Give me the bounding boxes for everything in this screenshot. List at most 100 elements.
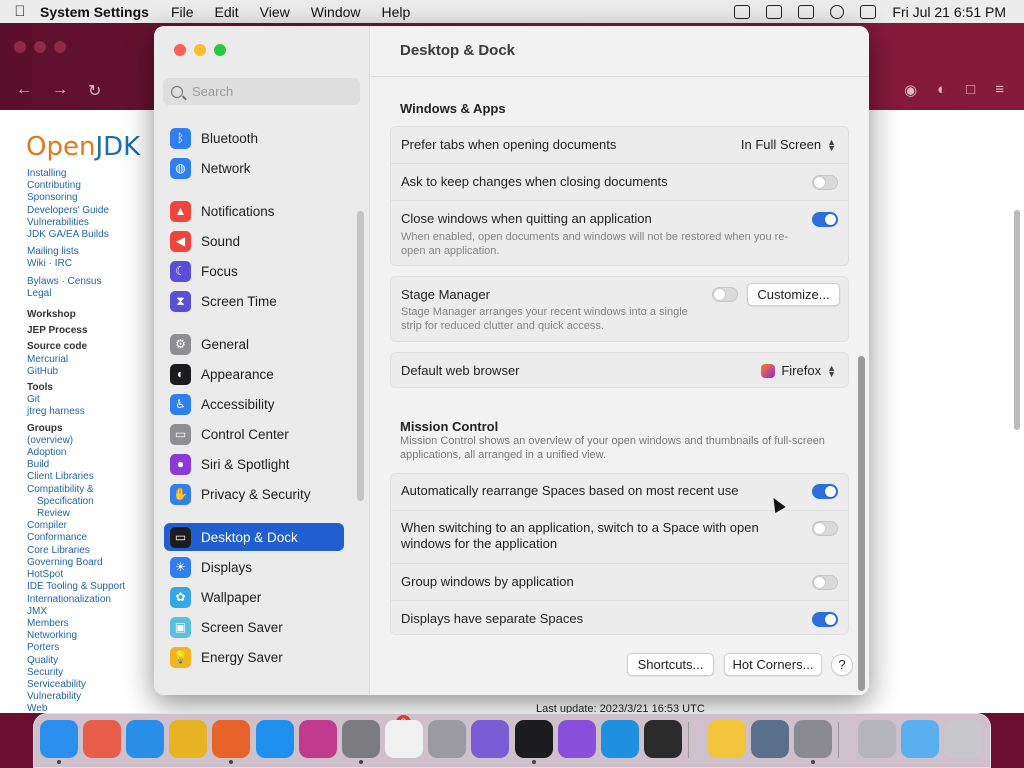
prefer-tabs-popup[interactable]: In Full Screen ▲ ▼ — [741, 137, 836, 152]
museum-dock-icon[interactable] — [644, 720, 682, 758]
nav-link[interactable]: Mailing lists — [27, 246, 152, 258]
stage-manager-toggle[interactable] — [712, 287, 738, 302]
ask-keep-toggle[interactable] — [812, 175, 838, 190]
nav-link[interactable]: Quality — [27, 655, 152, 667]
textedit-dock-icon[interactable] — [385, 720, 423, 758]
minimize-button[interactable] — [194, 44, 206, 56]
pinta-dock-icon[interactable] — [471, 720, 509, 758]
nav-link[interactable]: HotSpot — [27, 569, 152, 581]
nav-link[interactable]: Vulnerabilities — [27, 217, 152, 229]
sidebar-scrollbar[interactable] — [357, 211, 364, 501]
nav-link[interactable]: Serviceability — [27, 679, 152, 691]
menu-view[interactable]: View — [260, 4, 290, 20]
close-windows-toggle[interactable] — [812, 212, 838, 227]
folder-dock-icon[interactable] — [901, 720, 939, 758]
nav-link[interactable]: Governing Board — [27, 557, 152, 569]
nav-link[interactable]: Sponsoring — [27, 192, 152, 204]
group-windows-toggle[interactable] — [812, 575, 838, 590]
sidebar-item-privacy-security[interactable]: ✋ Privacy & Security — [164, 480, 344, 508]
account-icon[interactable]: ◐ — [937, 81, 946, 99]
terminal-dock-icon[interactable] — [515, 720, 553, 758]
apple-menu-icon[interactable]:  — [0, 3, 40, 20]
nav-link[interactable]: Vulnerability — [27, 691, 152, 703]
nav-link[interactable]: GitHub — [27, 366, 152, 378]
layers-icon[interactable] — [734, 4, 751, 19]
menu-help[interactable]: Help — [382, 4, 411, 20]
nav-link[interactable]: Compatibility & — [27, 484, 152, 496]
nav-link[interactable]: Compiler — [27, 520, 152, 532]
color-picker-dock-icon[interactable] — [708, 720, 746, 758]
sidebar-item-energy-saver[interactable]: 💡 Energy Saver — [164, 643, 344, 671]
hot-corners-button[interactable]: Hot Corners... — [724, 653, 822, 676]
sidebar-item-focus[interactable]: ☾ Focus — [164, 257, 344, 285]
finder-dock-icon[interactable] — [40, 720, 78, 758]
menu-file[interactable]: File — [171, 4, 194, 20]
help-dock-icon[interactable] — [858, 720, 896, 758]
forward-icon[interactable]: → — [52, 81, 68, 99]
clock[interactable]: Fri Jul 21 6:51 PM — [892, 4, 1006, 20]
app-menu[interactable]: System Settings — [40, 4, 149, 20]
visual-studio-dock-icon[interactable] — [558, 720, 596, 758]
nav-link[interactable]: Internationalization — [27, 594, 152, 606]
windows-icon[interactable] — [798, 4, 815, 19]
launchpad-dock-icon[interactable] — [83, 720, 121, 758]
openjdk-logo[interactable]: OpenJDK — [26, 132, 140, 162]
separate-spaces-toggle[interactable] — [812, 612, 838, 627]
nav-link[interactable]: Specification — [27, 496, 152, 508]
customize-button[interactable]: Customize... — [747, 283, 840, 306]
sidebar-item-notifications[interactable]: ▲ Notifications — [164, 197, 344, 225]
nav-link[interactable]: Mercurial — [27, 354, 152, 366]
nav-link[interactable]: Review — [27, 508, 152, 520]
nav-link[interactable]: Developers' Guide — [27, 205, 152, 217]
sidebar-item-siri-spotlight[interactable]: ● Siri & Spotlight — [164, 450, 344, 478]
nav-link[interactable]: Networking — [27, 630, 152, 642]
sidebar-item-control-center[interactable]: ▭ Control Center — [164, 420, 344, 448]
nav-link[interactable]: Conformance — [27, 532, 152, 544]
nav-link[interactable]: Build — [27, 459, 152, 471]
nav-link[interactable]: IDE Tooling & Support — [27, 581, 152, 593]
nav-link[interactable]: Core Libraries — [27, 545, 152, 557]
control-center-icon[interactable] — [860, 4, 877, 19]
reload-icon[interactable]: ↻ — [88, 81, 101, 101]
firefox-dock-icon[interactable] — [212, 720, 250, 758]
pocket-icon[interactable]: ◉ — [904, 81, 917, 99]
nav-link[interactable]: Contributing — [27, 180, 152, 192]
nav-link[interactable]: JMX — [27, 606, 152, 618]
search-field[interactable]: Search — [163, 78, 360, 105]
sidebar-item-screen-saver[interactable]: ▣ Screen Saver — [164, 613, 344, 641]
nav-link[interactable]: Security — [27, 667, 152, 679]
extensions-icon[interactable]: □ — [966, 81, 975, 99]
shortcuts-dock-icon[interactable] — [299, 720, 337, 758]
menu-window[interactable]: Window — [311, 4, 361, 20]
disk-utility-dock-icon[interactable] — [794, 720, 832, 758]
nav-heading[interactable]: Tools — [27, 382, 152, 394]
nav-link[interactable]: (overview) — [27, 435, 152, 447]
chrome-dock-icon[interactable] — [169, 720, 207, 758]
default-browser-popup[interactable]: Firefox ▲ ▼ — [761, 363, 836, 378]
switch-space-toggle[interactable] — [812, 521, 838, 536]
browser-scrollbar[interactable] — [1014, 210, 1020, 430]
safari-dock-icon[interactable] — [126, 720, 164, 758]
nav-link[interactable]: Members — [27, 618, 152, 630]
main-scrollbar[interactable] — [858, 356, 865, 691]
nav-link[interactable]: Porters — [27, 642, 152, 654]
nav-link[interactable]: Git — [27, 394, 152, 406]
nav-link[interactable]: Adoption — [27, 447, 152, 459]
browser-zoom-dot[interactable] — [54, 41, 66, 53]
browser-minimize-dot[interactable] — [34, 41, 46, 53]
nav-link[interactable]: JDK GA/EA Builds — [27, 229, 152, 241]
browser-close-dot[interactable] — [14, 41, 26, 53]
trash-dock-icon[interactable] — [944, 720, 982, 758]
close-button[interactable] — [174, 44, 186, 56]
sidebar-item-bluetooth[interactable]: ᛒ Bluetooth — [164, 124, 344, 152]
menu-edit[interactable]: Edit — [215, 4, 239, 20]
nav-heading[interactable]: Source code — [27, 341, 152, 353]
nav-link[interactable]: Wiki · IRC — [27, 258, 152, 270]
nav-link[interactable]: Bylaws · Census — [27, 276, 152, 288]
sidebar-item-accessibility[interactable]: ♿ Accessibility — [164, 390, 344, 418]
nav-link[interactable]: jtreg harness — [27, 406, 152, 418]
help-button[interactable]: ? — [831, 654, 853, 676]
system-settings-dock-icon[interactable] — [342, 720, 380, 758]
nav-link[interactable]: Installing — [27, 168, 152, 180]
app-store-dock-icon[interactable] — [256, 720, 294, 758]
